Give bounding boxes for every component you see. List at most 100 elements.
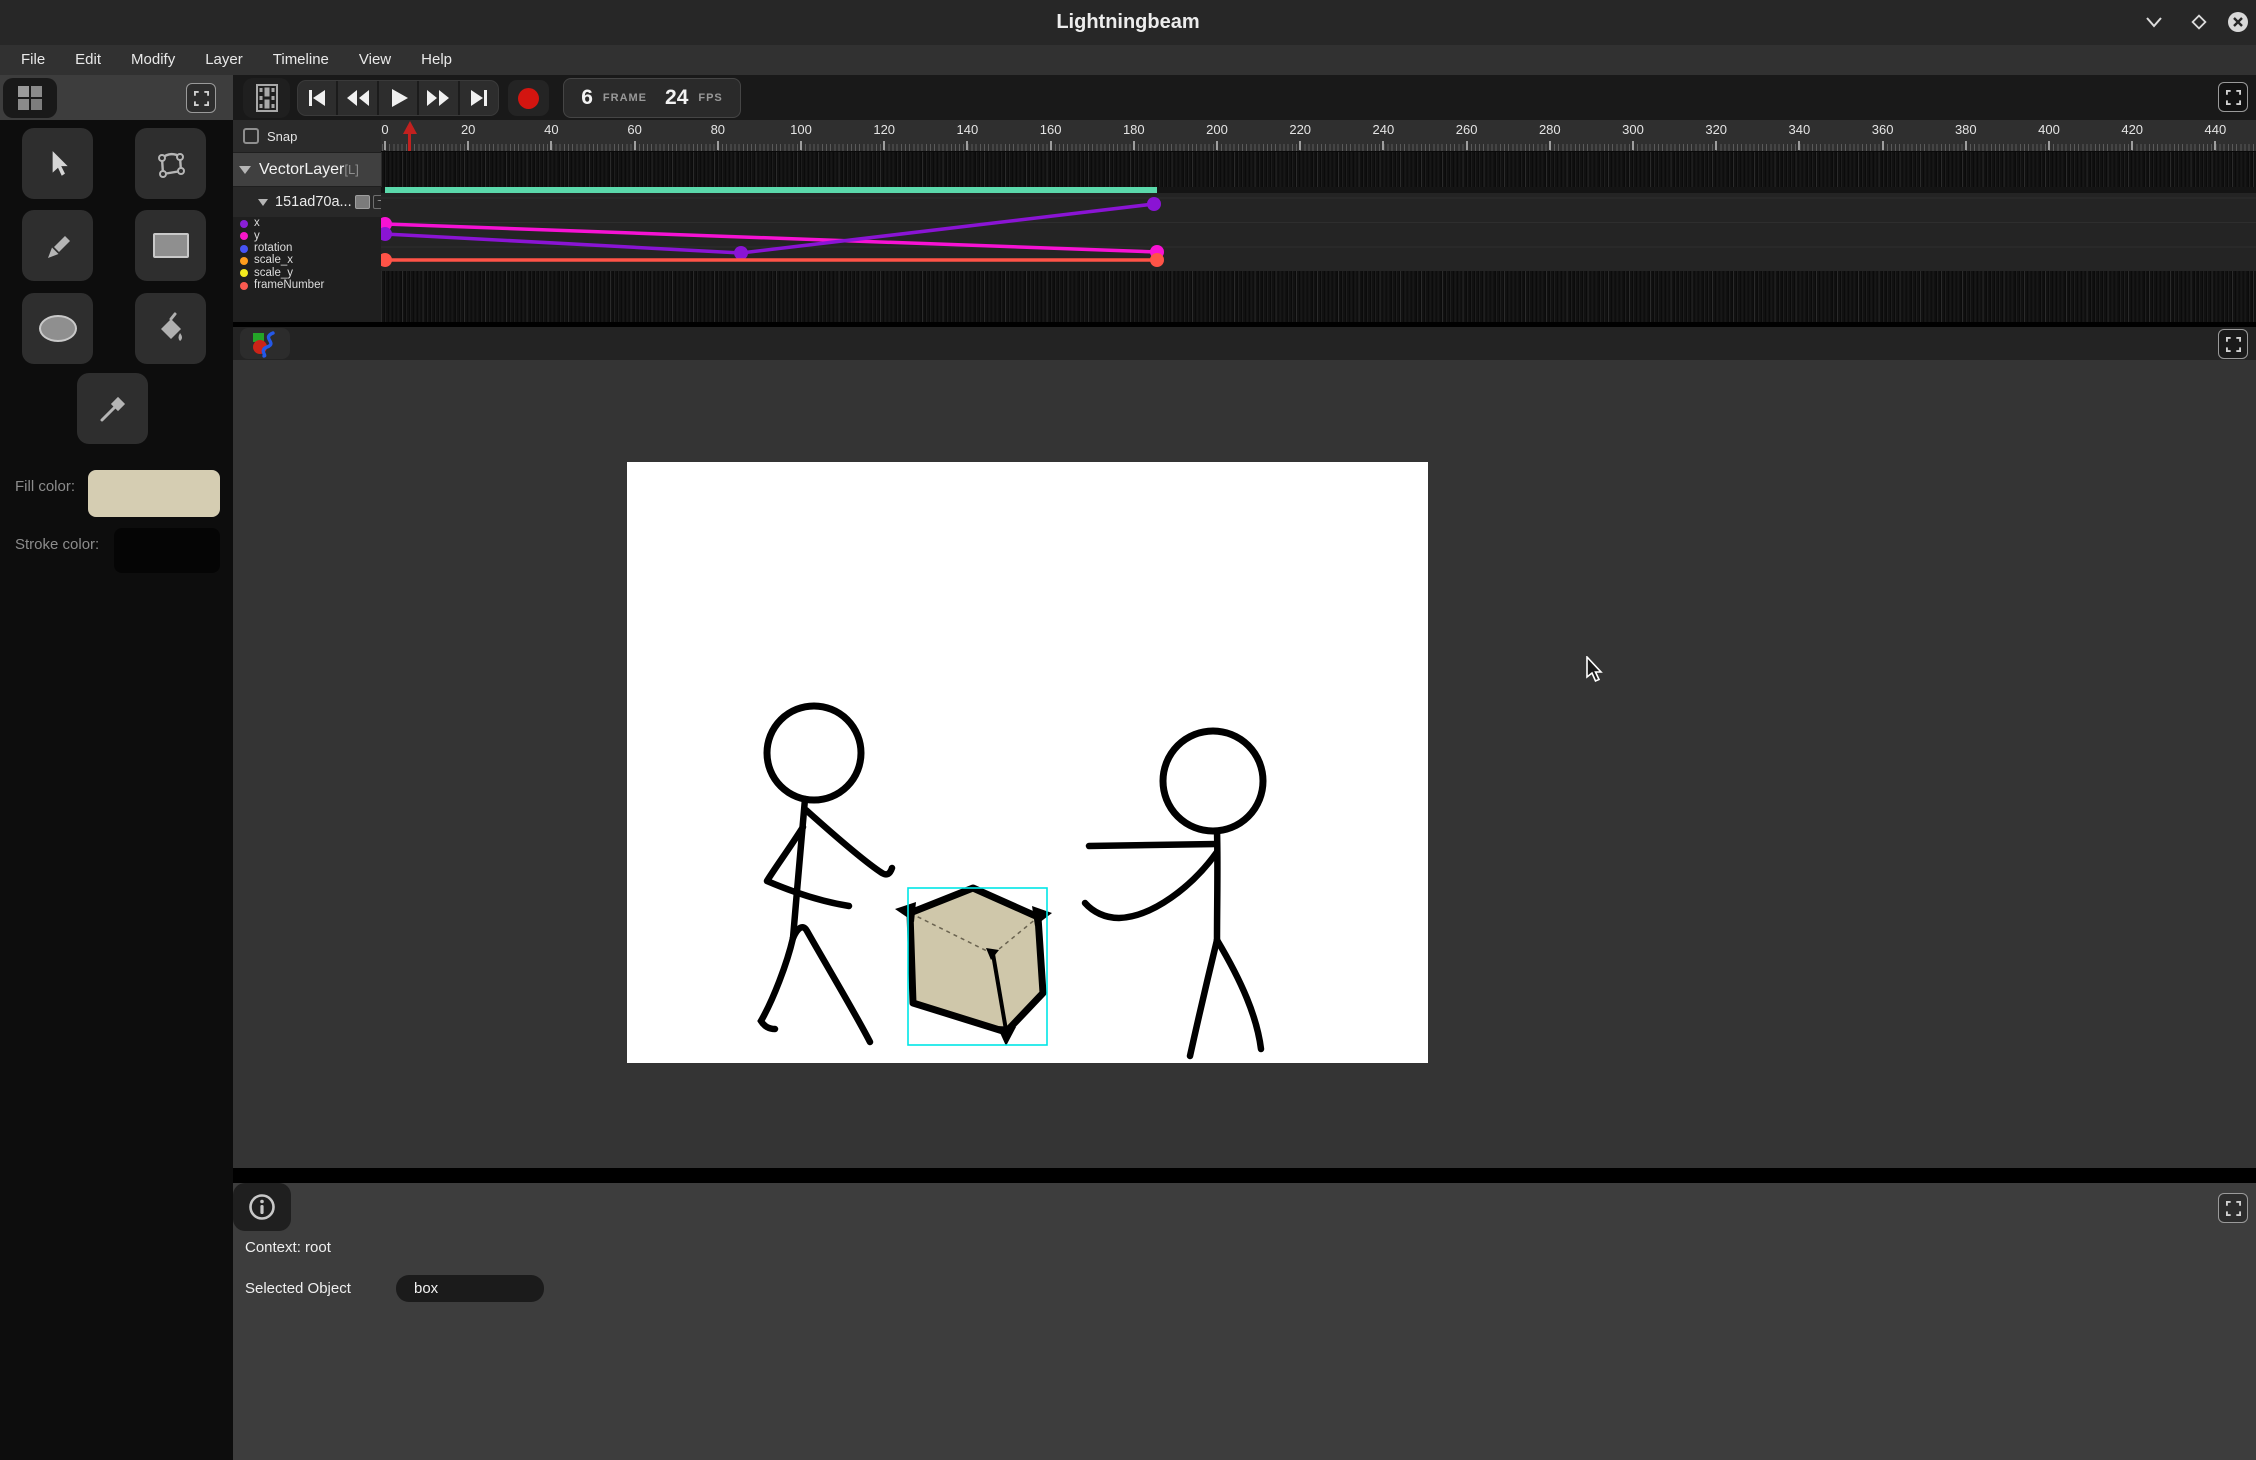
keyframe-span[interactable] [385, 187, 1157, 193]
keyframe-dot-x[interactable] [1147, 197, 1161, 211]
ruler-tick-label: 100 [790, 122, 812, 137]
selected-object-input[interactable]: box [396, 1275, 544, 1302]
property-color-dot [240, 245, 248, 253]
sublayer-visibility-toggle[interactable] [355, 195, 370, 209]
stick-figure-left[interactable] [761, 706, 892, 1042]
canvas-panel-icon-button[interactable] [240, 328, 290, 359]
inspector-panel: Context: root Selected Object box [233, 1183, 2256, 1460]
menu-item-modify[interactable]: Modify [116, 45, 190, 75]
expand-icon [194, 91, 209, 106]
tool-button-pencil[interactable] [22, 210, 93, 281]
snap-checkbox[interactable] [243, 128, 259, 144]
rectangle-icon [153, 233, 189, 258]
fill-color-swatch[interactable] [88, 470, 220, 517]
menu-item-edit[interactable]: Edit [60, 45, 116, 75]
ruler-tick-label: 360 [1872, 122, 1894, 137]
property-row-scale_y[interactable]: scale_y [233, 267, 381, 279]
ruler-tick-mark [1050, 141, 1052, 150]
timeline-panel-icon-button[interactable] [243, 78, 290, 118]
pencil-icon [42, 230, 74, 262]
tool-button-select[interactable] [22, 128, 93, 199]
stroke-color-swatch[interactable] [114, 528, 220, 573]
layer-suffix: [L] [344, 162, 358, 177]
film-icon [256, 84, 278, 112]
ruler-tick-label: 320 [1705, 122, 1727, 137]
playhead[interactable] [403, 121, 417, 151]
ruler-tick-label: 120 [873, 122, 895, 137]
tools-expand-button[interactable] [186, 83, 216, 113]
menu-item-file[interactable]: File [6, 45, 60, 75]
skip-start-button[interactable] [298, 81, 338, 115]
info-panel-button[interactable] [233, 1183, 291, 1231]
menu-item-view[interactable]: View [344, 45, 406, 75]
grid-icon [16, 84, 44, 112]
rewind-icon [345, 86, 371, 110]
menu-bar: FileEditModifyLayerTimelineViewHelp [0, 45, 2256, 75]
ruler-tick-mark [966, 141, 968, 150]
timeline-expand-button[interactable] [2218, 82, 2248, 112]
property-list: xyrotationscale_xscale_yframeNumber [233, 218, 381, 292]
ruler-tick-mark [1216, 141, 1218, 150]
rewind-button[interactable] [338, 81, 378, 115]
layer-row[interactable]: VectorLayer [L] [233, 153, 381, 186]
window-minimize-button[interactable] [2142, 10, 2166, 34]
box-object[interactable] [895, 888, 1052, 1046]
ruler-tick-label: 200 [1206, 122, 1228, 137]
tool-button-ellipse[interactable] [22, 293, 93, 364]
ruler-tick-mark [1632, 141, 1634, 150]
window-maximize-button[interactable] [2187, 10, 2211, 34]
property-color-dot [240, 282, 248, 290]
timeline-panel-header: 6 FRAME 24 FPS [233, 75, 2256, 120]
timeline-ruler[interactable]: 0204060801001201401601802002202402602803… [381, 120, 2256, 152]
canvas-area[interactable] [233, 360, 2256, 1168]
context-text: Context: root [245, 1239, 331, 1256]
paint-bucket-icon [154, 312, 188, 346]
ruler-tick-mark [1882, 141, 1884, 150]
ruler-tick-label: 400 [2038, 122, 2060, 137]
property-name: x [254, 218, 260, 230]
fast-forward-button[interactable] [419, 81, 459, 115]
ruler-tick-mark [883, 141, 885, 150]
tool-button-transform[interactable] [135, 128, 206, 199]
keyframe-dot-frameNumber[interactable] [381, 253, 392, 267]
menu-item-layer[interactable]: Layer [190, 45, 258, 75]
menu-item-help[interactable]: Help [406, 45, 467, 75]
window-close-button[interactable] [2226, 10, 2250, 34]
keyframe-dot-frameNumber[interactable] [1150, 253, 1164, 267]
expand-icon [2226, 337, 2241, 352]
fps-value: 24 [665, 86, 688, 110]
property-row-rotation[interactable]: rotation [233, 243, 381, 255]
sublayer-row[interactable]: 151ad70a... ~ [233, 187, 381, 217]
property-row-frameNumber[interactable]: frameNumber [233, 279, 381, 291]
property-row-scale_x[interactable]: scale_x [233, 255, 381, 267]
selected-object-label: Selected Object [245, 1275, 351, 1302]
property-row-x[interactable]: x [233, 218, 381, 230]
grid-view-button[interactable] [3, 78, 57, 118]
ruler-tick-label: 80 [711, 122, 725, 137]
tool-button-paint-bucket[interactable] [135, 293, 206, 364]
keyframe-curves[interactable] [381, 152, 2256, 322]
expand-icon [2226, 1201, 2241, 1216]
record-button[interactable] [508, 80, 549, 116]
play-button[interactable] [379, 81, 419, 115]
keyframe-dot-x[interactable] [381, 227, 392, 241]
menu-item-timeline[interactable]: Timeline [258, 45, 344, 75]
skip-end-button[interactable] [460, 81, 498, 115]
inspector-expand-button[interactable] [2218, 1193, 2248, 1223]
playhead-arrow-icon [403, 121, 417, 134]
tool-button-eyedropper[interactable] [77, 373, 148, 444]
transport-controls [297, 80, 499, 116]
property-row-y[interactable]: y [233, 230, 381, 242]
chevron-down-icon [2145, 16, 2163, 28]
layer-disclosure-triangle[interactable] [239, 166, 251, 174]
stage[interactable] [627, 462, 1428, 1063]
mouse-cursor [1585, 656, 1605, 684]
canvas-expand-button[interactable] [2218, 329, 2248, 359]
sublayer-disclosure-triangle[interactable] [258, 199, 268, 206]
tool-button-rectangle[interactable] [135, 210, 206, 281]
timeline-tracks[interactable] [381, 152, 2256, 322]
ruler-tick-label: 380 [1955, 122, 1977, 137]
transform-icon [154, 147, 188, 181]
stick-figure-right[interactable] [1085, 731, 1263, 1056]
keyframe-dot-x[interactable] [734, 246, 748, 260]
